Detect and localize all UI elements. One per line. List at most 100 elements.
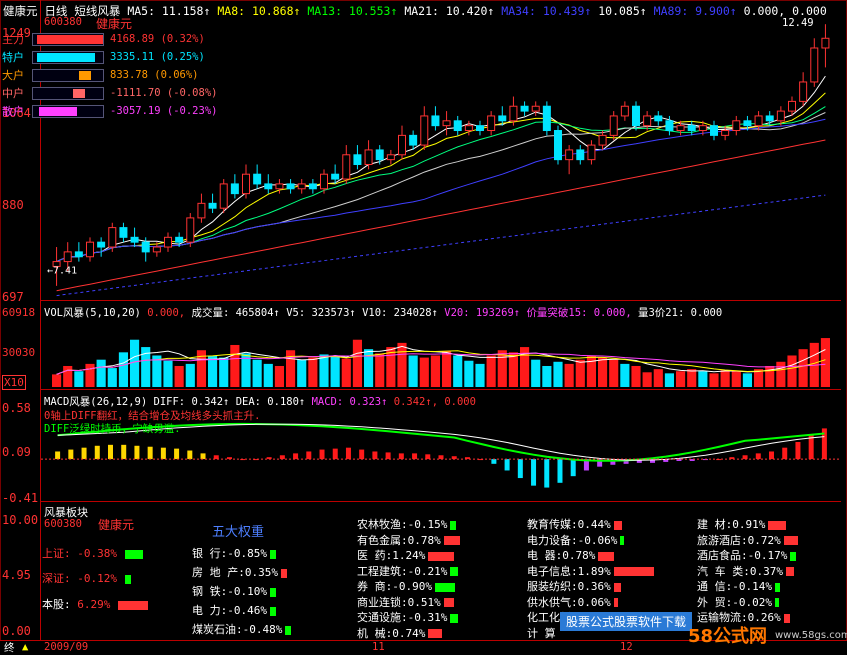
y-label-p1-2: 880 xyxy=(2,198,24,212)
weight-row: 房 地 产:0.35% xyxy=(192,564,287,580)
main-flow-bar-fill xyxy=(37,34,103,44)
candle-body xyxy=(587,144,596,161)
sector-row[interactable]: 电 器:0.78% xyxy=(527,547,615,563)
sector-name: 医 药: xyxy=(357,549,393,562)
sector-row[interactable]: 汽 车 类:0.37% xyxy=(697,563,794,579)
candle-body xyxy=(732,120,741,132)
sector-value: 0.36% xyxy=(577,580,611,593)
main-flow-table: 主力 4168.89 (0.32%) 特户 3335.11 (0.25%) 大户 833.… xyxy=(2,30,302,120)
volume-bar xyxy=(609,359,619,387)
weight-row: 煤炭石油:-0.48% xyxy=(192,621,292,637)
sector-row[interactable]: 电力设备:-0.06% xyxy=(527,532,625,548)
main-flow-label: 主力 xyxy=(2,33,24,46)
sector-row[interactable]: 机 械:0.74% xyxy=(357,625,443,641)
y-label-p4-2: 0.00 xyxy=(2,624,31,638)
sector-bar xyxy=(768,520,787,530)
volume-bar xyxy=(375,353,385,387)
volume-bar xyxy=(798,349,808,387)
main-flow-bar xyxy=(32,68,104,82)
y-label-p2-2: X10 xyxy=(2,375,26,390)
sector-bar xyxy=(790,551,797,561)
main-flow-value: -3057.19 (-0.23%) xyxy=(110,105,218,117)
sector-bar xyxy=(450,613,459,623)
candle-body xyxy=(152,246,161,253)
volume-bar xyxy=(297,359,307,387)
sector-row[interactable]: 旅游酒店:0.72% xyxy=(697,532,798,548)
sector-row[interactable]: 服装纺织:0.36% xyxy=(527,578,621,594)
sector-row[interactable]: 工程建筑:-0.21% xyxy=(357,563,459,579)
candle-body xyxy=(788,100,796,112)
candle-body xyxy=(754,115,763,127)
sector-row[interactable]: 电子信息:1.89% xyxy=(527,563,654,579)
vol3-price21: 量3价21: 0.000 xyxy=(637,307,723,319)
index-label: 本股: xyxy=(42,598,71,611)
sector-row[interactable]: 供水供气:0.06% xyxy=(527,594,618,610)
volume-bar xyxy=(676,371,686,387)
macd-title[interactable]: MACD风暴(26,12,9) xyxy=(44,396,147,408)
macd-header: MACD风暴(26,12,9) DIFF: 0.342↑ DEA: 0.180↑… xyxy=(44,394,476,409)
sector-row[interactable]: 交通设施:-0.31% xyxy=(357,609,459,625)
volume-bar xyxy=(687,369,697,387)
candle-body xyxy=(453,120,462,132)
sector-value: 0.37% xyxy=(749,564,783,578)
weight-name: 房 地 产: xyxy=(192,566,245,579)
sector-row[interactable]: 农林牧渔:-0.15% xyxy=(357,516,457,532)
sector-row[interactable]: 商业连锁:0.51% xyxy=(357,594,454,610)
candle-body xyxy=(409,134,418,146)
sector-row[interactable]: 酒店食品:-0.17% xyxy=(697,547,797,563)
weight-row: 钢 铁:-0.10% xyxy=(192,583,276,599)
sector-bar xyxy=(783,536,798,545)
volume-bar xyxy=(475,363,485,387)
warning-icon[interactable]: ▲ xyxy=(22,641,28,653)
sector-row[interactable]: 券 商:-0.90% xyxy=(357,578,455,594)
candle-body xyxy=(364,149,373,165)
sector-row[interactable]: 医 药:1.24% xyxy=(357,547,455,563)
macd-note-2: DIFF泛绿时持币，宁缺毋滥. xyxy=(44,423,181,435)
main-flow-bar-fill xyxy=(73,88,85,98)
sector-row[interactable]: 教育传媒:0.44% xyxy=(527,516,622,532)
candle-body xyxy=(253,173,262,185)
dea-value: DEA: 0.180↑ xyxy=(235,396,306,408)
main-flow-label: 中户 xyxy=(2,87,24,100)
sector-row[interactable]: 有色金属:0.78% xyxy=(357,532,460,548)
date-label-3: 12 xyxy=(620,641,633,653)
sector-name: 教育传媒: xyxy=(527,518,578,531)
macd-bar xyxy=(200,453,206,460)
weight-value: -0.46% xyxy=(227,604,267,617)
sector-bar xyxy=(775,582,780,592)
main-flow-value: 3335.11 (0.25%) xyxy=(110,51,205,63)
index-bar xyxy=(118,600,149,610)
index-label: 深证: xyxy=(42,572,71,585)
site-url: www.58gs.com xyxy=(775,630,847,641)
macd-bar xyxy=(332,448,338,460)
sector-bar xyxy=(450,520,457,530)
board-name: 健康元 xyxy=(98,518,135,532)
volume-bar xyxy=(598,357,608,387)
sector-name: 电子信息: xyxy=(527,564,578,578)
price-vol-break: 价量突破15: 0.000, xyxy=(526,307,632,319)
candle-body xyxy=(286,183,295,190)
board-code: 600380 xyxy=(44,518,82,530)
candle-body xyxy=(442,120,451,127)
sector-value: -0.14% xyxy=(732,580,772,593)
sector-row[interactable]: 建 材:0.91% xyxy=(697,516,787,532)
candle-body xyxy=(464,125,473,132)
high-price-label: 12.49 xyxy=(782,17,814,29)
macd-bar xyxy=(345,447,351,460)
sector-row[interactable]: 通 信:-0.14% xyxy=(697,578,780,594)
sector-row[interactable]: 计 算 xyxy=(527,625,559,641)
vol-title[interactable]: VOL风暴(5,10,20) xyxy=(44,307,141,319)
sector-bar xyxy=(428,629,443,638)
sector-row[interactable]: 外 贸:-0.02% xyxy=(697,594,779,610)
sector-bar xyxy=(443,536,460,545)
candle-body xyxy=(230,183,239,195)
macd-bar xyxy=(359,449,365,460)
macd-bar xyxy=(147,446,153,460)
weight-row: 银 行:-0.85% xyxy=(192,545,276,561)
sector-name: 电 器: xyxy=(527,549,563,562)
volume-bar xyxy=(330,355,340,387)
macd-bar xyxy=(293,453,299,460)
candle-body xyxy=(130,236,139,243)
candle-body xyxy=(498,115,507,122)
macd-bar xyxy=(107,444,113,460)
